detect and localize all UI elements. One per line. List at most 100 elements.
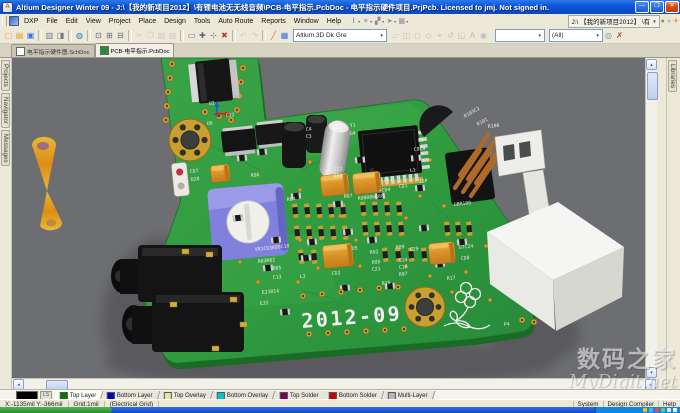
save-icon[interactable]: ▣	[25, 30, 36, 42]
panel-tab-messages[interactable]: Messages	[1, 130, 10, 167]
string-tool-icon[interactable]: A	[467, 30, 478, 42]
menu-reports[interactable]: Reports	[257, 17, 290, 26]
view-configuration-value: Altium 3D Dk Gre	[296, 32, 347, 39]
copy-icon[interactable]: ❐	[145, 30, 156, 42]
print-icon[interactable]: ▥	[44, 30, 55, 42]
filter-selector[interactable]: (All) ▼	[549, 29, 603, 42]
window-title: Altium Designer Winter 09 - J:\【我的新项目201…	[16, 2, 635, 13]
layer-color-chip	[388, 391, 396, 399]
menu-view[interactable]: View	[82, 17, 105, 26]
svg-text:C22: C22	[334, 166, 343, 173]
main-toolbar: ▢▤▣ ▥◨ ◍ ⊡⊞⊟ ✂❐▧▨ ▭✚⊹✖ ↶↷ ╱▦ Altium 3D Dk Gre ▼…	[0, 28, 680, 44]
menu-design[interactable]: Design	[160, 17, 190, 26]
filter-value: (All)	[552, 32, 564, 39]
interactive-routing-icon[interactable]: ╱	[268, 30, 279, 42]
zoom-selected-icon[interactable]: ⊟	[115, 30, 126, 42]
view-configuration-selector[interactable]: Altium 3D Dk Gre ▼	[293, 29, 387, 42]
zoom-area-icon[interactable]: ⊞	[104, 30, 115, 42]
panel-tab-libraries[interactable]: Libraries	[668, 60, 677, 92]
polygon-pour-icon[interactable]: ◇	[423, 30, 434, 42]
toolbar-separator	[128, 30, 132, 41]
tray-clock-icon[interactable]	[673, 408, 677, 412]
pad-tool-icon[interactable]: ◉	[478, 30, 489, 42]
menu-edit[interactable]: Edit	[62, 17, 82, 26]
scroll-down-icon[interactable]: ▾	[646, 367, 657, 378]
svg-text:L1: L1	[410, 167, 416, 174]
dimension-icon[interactable]: ⌖	[434, 30, 445, 42]
mask-level-selector[interactable]: ▼	[495, 29, 545, 42]
select-area-icon[interactable]: ▭	[186, 30, 197, 42]
menu-help[interactable]: Help	[323, 17, 345, 26]
minimize-button[interactable]: —	[635, 1, 649, 13]
utilities-tool-icon[interactable]: ▞	[373, 17, 382, 25]
pcb-3d-viewport[interactable]: 2012-09 U2C12U6CD7D28C4C3Y1U4C22R99+CD3+…	[0, 58, 680, 389]
svg-text:U4: U4	[350, 130, 356, 137]
print-preview-icon[interactable]: ◨	[55, 30, 66, 42]
cut-icon[interactable]: ✂	[134, 30, 145, 42]
open-document-icon[interactable]: ▤	[14, 30, 25, 42]
component-placement-icon[interactable]: ◫	[401, 30, 412, 42]
tray-antivirus-icon[interactable]	[655, 408, 659, 412]
duplicate-icon[interactable]: ▨	[167, 30, 178, 42]
svg-text:C12: C12	[226, 112, 235, 119]
document-tab-sch[interactable]: 电平指示硬件图.SchDoc	[11, 44, 95, 57]
grid-tool-icon[interactable]: ▦	[397, 17, 406, 25]
document-tab-pcb[interactable]: PCB-电平指示.PcbDoc	[95, 43, 175, 57]
panel-tab-navigator[interactable]: Navigator	[1, 93, 10, 128]
workspace-icon[interactable]: ●	[667, 18, 671, 25]
chevron-down-icon: ▾	[358, 19, 360, 24]
menu-project[interactable]: Project	[105, 17, 135, 26]
menu-tools[interactable]: Tools	[190, 17, 214, 26]
vertical-scrollbar[interactable]: ▴ ▾	[645, 58, 657, 378]
undo-icon[interactable]: ↶	[238, 30, 249, 42]
move-object-icon[interactable]: ✚	[197, 30, 208, 42]
clear-mask-icon[interactable]: ✗	[614, 30, 625, 42]
browser-sphere-icon[interactable]: ◍	[74, 30, 85, 42]
svg-text:C13: C13	[273, 274, 282, 281]
svg-text:ISP: ISP	[419, 178, 428, 185]
home-page-icon[interactable]: ●	[661, 18, 665, 25]
mask-dim-icon[interactable]: ◎	[603, 30, 614, 42]
menu-quick-toolbars: ⌇▾≡▾▞▾➤▾▦▾	[349, 17, 409, 25]
menu-auto-route[interactable]: Auto Route	[214, 17, 257, 26]
layer-color-chip	[164, 391, 172, 399]
vertical-scroll-thumb[interactable]	[647, 72, 658, 100]
svg-text:R95: R95	[372, 259, 381, 266]
snap-crosshair-icon[interactable]: ⊹	[208, 30, 219, 42]
scroll-up-icon[interactable]: ▴	[646, 59, 657, 70]
room-tool-icon[interactable]: ◻	[412, 30, 423, 42]
layer-tab-label: Multi-Layer	[398, 392, 428, 398]
menu-dxp[interactable]: DXP	[20, 17, 42, 26]
rotate-tool-icon[interactable]: ↺	[445, 30, 456, 42]
tray-update-icon[interactable]	[643, 408, 647, 412]
wiring-tool-icon[interactable]: ⌇	[349, 17, 358, 25]
paste-icon[interactable]: ▧	[156, 30, 167, 42]
altium-dxp-icon[interactable]: ✈	[673, 18, 679, 25]
tray-ime-icon[interactable]	[667, 408, 671, 412]
footprint-mode-icon[interactable]: ▱	[390, 30, 401, 42]
align-left-icon[interactable]: ◱	[456, 30, 467, 42]
clear-selection-icon[interactable]: ✖	[219, 30, 230, 42]
redo-icon[interactable]: ↷	[249, 30, 260, 42]
menu-window[interactable]: Window	[290, 17, 323, 26]
zoom-fit-icon[interactable]: ⊡	[93, 30, 104, 42]
project-path-label: J:\ 【我的新项目2012】 \有	[571, 16, 650, 26]
alignment-tool-icon[interactable]: ≡	[361, 18, 370, 25]
board-insight-icon[interactable]: ▦	[279, 30, 290, 42]
layer-tab-label: Bottom Layer	[117, 392, 153, 398]
panel-tab-projects[interactable]: Projects	[1, 60, 10, 91]
restore-button[interactable]: ❐	[650, 1, 664, 13]
svg-text:R85: R85	[273, 265, 282, 272]
altium-app-icon: A	[2, 2, 13, 13]
chevron-down-icon: ▾	[394, 19, 396, 24]
menu-file[interactable]: File	[42, 17, 61, 26]
close-button[interactable]: ✕	[665, 1, 679, 13]
project-path-selector[interactable]: J:\ 【我的新项目2012】 \有 ▼	[568, 15, 659, 28]
start-button[interactable]	[0, 407, 112, 413]
right-panel-tab-strip: Libraries	[666, 58, 680, 389]
menu-place[interactable]: Place	[135, 17, 161, 26]
new-document-icon[interactable]: ▢	[3, 30, 14, 42]
tray-network-icon[interactable]	[661, 408, 665, 412]
tray-volume-icon[interactable]	[649, 408, 653, 412]
navigation-tool-icon[interactable]: ➤	[385, 17, 394, 25]
